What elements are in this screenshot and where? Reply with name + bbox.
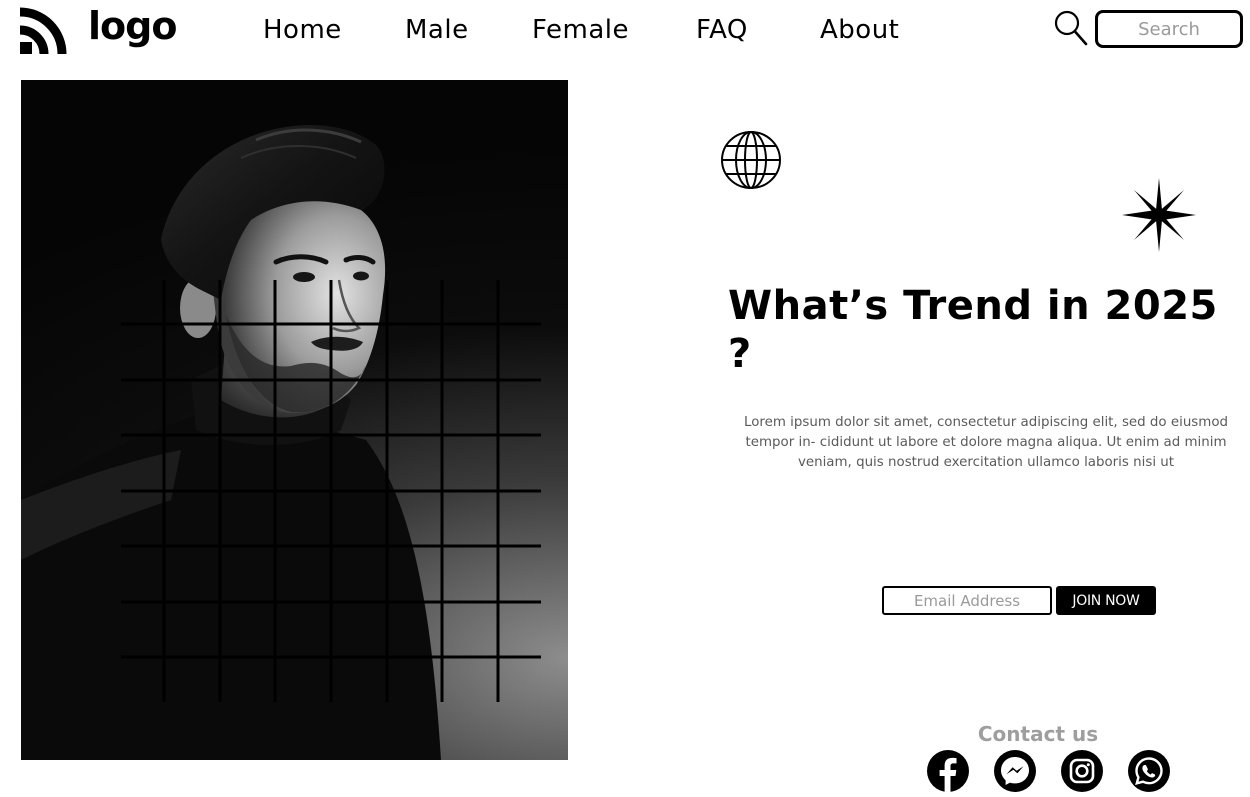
nav-female[interactable]: Female [532, 12, 629, 48]
nav-faq[interactable]: FAQ [696, 12, 748, 48]
facebook-icon[interactable] [926, 749, 970, 793]
headline: What’s Trend in 2025 ? [728, 283, 1218, 377]
search-icon[interactable] [1054, 10, 1088, 46]
contact-title: Contact us [977, 722, 1099, 746]
instagram-icon[interactable] [1060, 749, 1104, 793]
nav-home[interactable]: Home [263, 12, 342, 48]
globe-icon [721, 131, 781, 189]
wifi-arcs-icon [20, 7, 67, 54]
search-input[interactable] [1095, 10, 1243, 48]
whatsapp-icon[interactable] [1127, 749, 1171, 793]
messenger-icon[interactable] [993, 749, 1037, 793]
nav-male[interactable]: Male [405, 12, 469, 48]
description-text: Lorem ipsum dolor sit amet, consectetur … [743, 415, 1229, 470]
join-now-button[interactable]: JOIN NOW [1056, 586, 1156, 615]
hero-image [21, 80, 568, 760]
portrait-illustration [21, 125, 541, 760]
logo-text: logo [88, 4, 177, 48]
nav-about[interactable]: About [820, 12, 899, 48]
sparkle-icon [1122, 178, 1196, 252]
email-field[interactable] [882, 586, 1052, 615]
